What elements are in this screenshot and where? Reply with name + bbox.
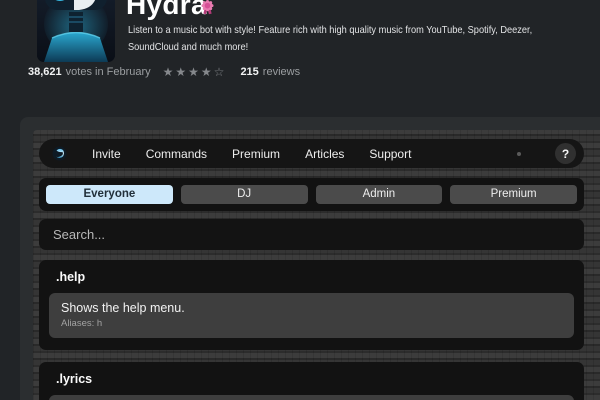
- nav-link-premium[interactable]: Premium: [232, 147, 280, 161]
- bot-title: Hydra: [126, 0, 207, 19]
- tab-everyone[interactable]: Everyone: [46, 185, 173, 204]
- category-tabs: Everyone DJ Admin Premium: [39, 178, 584, 211]
- hydra-logo-icon: [52, 146, 67, 161]
- bot-description: Listen to a music bot with style! Featur…: [128, 22, 532, 56]
- description-line: Listen to a music bot with style! Featur…: [128, 22, 532, 39]
- tab-dj[interactable]: DJ: [181, 185, 308, 204]
- nav-link-support[interactable]: Support: [369, 147, 411, 161]
- reviews-count: 215: [240, 66, 258, 78]
- command-aliases: Aliases: h: [61, 318, 562, 330]
- status-dot-icon: [517, 152, 521, 156]
- stats-row: 38,621 votes in February ★★★★☆ 215 revie…: [28, 64, 300, 80]
- star-filled-icons: ★★★★: [163, 65, 214, 79]
- command-detail-box: Shows the help menu. Aliases: h: [49, 293, 574, 338]
- command-name: .lyrics: [56, 372, 574, 386]
- tab-premium[interactable]: Premium: [450, 185, 577, 204]
- question-mark-icon: ?: [562, 147, 569, 161]
- reviews-label: reviews: [263, 66, 300, 78]
- rating-stars: ★★★★☆: [163, 66, 227, 78]
- bot-avatar: [37, 0, 115, 62]
- votes-count: 38,621: [28, 66, 62, 78]
- tab-admin[interactable]: Admin: [316, 185, 443, 204]
- search-box: [39, 219, 584, 250]
- widget-textured-background: Invite Commands Premium Articles Support…: [33, 130, 600, 400]
- certified-badge-icon: [200, 0, 215, 15]
- star-empty-icon: ☆: [214, 65, 227, 79]
- command-detail-box: Shows lyrics for the currently playing s…: [49, 395, 574, 400]
- command-card-lyrics: .lyrics Shows lyrics for the currently p…: [39, 362, 584, 400]
- command-description: Shows the help menu.: [61, 300, 562, 316]
- command-card-help: .help Shows the help menu. Aliases: h: [39, 260, 584, 350]
- command-name: .help: [56, 270, 574, 284]
- commands-widget-panel: Invite Commands Premium Articles Support…: [20, 117, 600, 400]
- search-input[interactable]: [39, 227, 584, 242]
- nav-link-articles[interactable]: Articles: [305, 147, 344, 161]
- description-line: SoundCloud and much more!: [128, 39, 532, 56]
- widget-navbar: Invite Commands Premium Articles Support…: [39, 139, 584, 168]
- bot-listing-page: Hydra Listen to a music bot with style! …: [0, 0, 600, 400]
- robot-avatar-image: [37, 0, 115, 62]
- help-button[interactable]: ?: [555, 143, 576, 164]
- nav-link-commands[interactable]: Commands: [146, 147, 207, 161]
- nav-link-invite[interactable]: Invite: [92, 147, 121, 161]
- votes-label: votes in February: [66, 66, 151, 78]
